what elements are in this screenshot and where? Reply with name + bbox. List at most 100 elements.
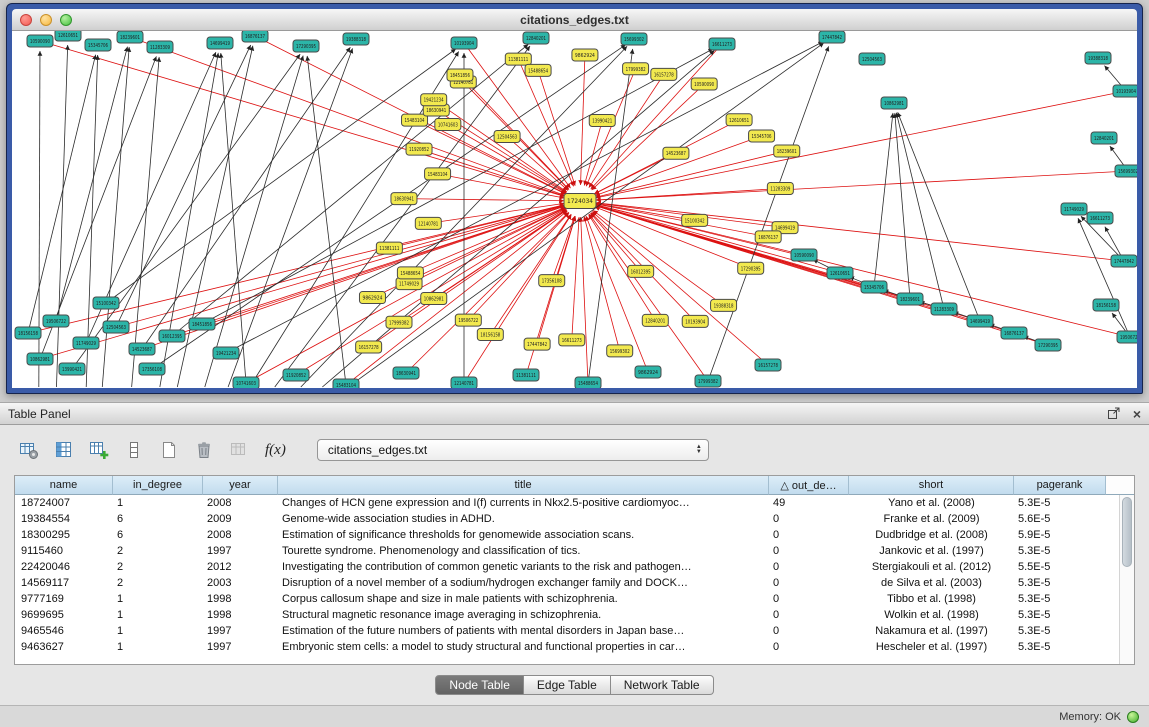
graph-node[interactable]: 16611273 (559, 334, 585, 346)
column-header-year[interactable]: year (203, 476, 278, 495)
graph-node[interactable]: 16611273 (1087, 212, 1113, 224)
table-row[interactable]: 969969511998Structural magnetic resonanc… (15, 607, 1134, 623)
graph-node[interactable]: 9862924 (572, 49, 598, 61)
graph-edge[interactable] (596, 91, 1126, 198)
graph-node[interactable]: 19421234 (213, 347, 239, 359)
table-row[interactable]: 911546021997Tourette syndrome. Phenomeno… (15, 543, 1134, 559)
graph-edge[interactable] (596, 151, 787, 197)
network-canvas[interactable]: 1724034 15483104 18630941 12140781 11381111 1… (12, 31, 1137, 388)
graph-node[interactable]: 10193904 (451, 37, 477, 49)
table-source-combobox[interactable]: citations_edges.txt ▲▼ (317, 439, 709, 461)
graph-node[interactable]: 16157278 (356, 341, 382, 353)
graph-node[interactable]: 17356108 (539, 275, 565, 287)
graph-node[interactable]: 12840201 (1091, 132, 1117, 144)
graph-node[interactable]: 19421234 (421, 94, 447, 106)
graph-node[interactable]: 18156158 (1093, 299, 1119, 311)
trash-icon[interactable] (193, 439, 215, 461)
float-panel-icon[interactable] (1107, 406, 1121, 422)
graph-node[interactable]: 18451856 (447, 69, 473, 81)
graph-node[interactable]: 15100342 (682, 214, 708, 226)
memory-status-indicator[interactable] (1127, 711, 1139, 723)
graph-node[interactable]: 15345706 (749, 130, 775, 142)
graph-node[interactable]: 16611273 (709, 38, 735, 50)
table-settings-icon[interactable] (18, 439, 40, 461)
graph-node[interactable]: 11283309 (147, 41, 173, 53)
graph-edge[interactable] (142, 47, 350, 349)
create-column-icon[interactable] (88, 439, 110, 461)
graph-node[interactable]: 14699419 (207, 37, 233, 49)
graph-node[interactable]: 11283309 (767, 183, 793, 195)
graph-node[interactable]: 17447842 (524, 338, 550, 350)
table-row[interactable]: 946362711997Embryonic stem cells: a mode… (15, 639, 1134, 655)
graph-node[interactable]: 16876137 (242, 31, 268, 42)
zoom-window-button[interactable] (60, 14, 72, 26)
graph-node[interactable]: 15488654 (575, 377, 601, 388)
graph-edge[interactable] (221, 53, 246, 383)
table-row[interactable]: 1872400712008Changes of HCN gene express… (15, 495, 1134, 511)
graph-node[interactable]: 10862981 (421, 292, 447, 304)
graph-node[interactable]: 15488654 (397, 267, 423, 279)
graph-edge[interactable] (708, 46, 829, 381)
graph-node[interactable]: 15345706 (861, 281, 887, 293)
graph-node[interactable]: 13990421 (59, 363, 85, 375)
graph-node[interactable]: 15699302 (607, 345, 633, 357)
graph-edge[interactable] (415, 120, 566, 194)
graph-node[interactable]: 12140781 (451, 377, 477, 388)
graph-edge[interactable] (56, 47, 127, 321)
graph-node[interactable]: 11749029 (396, 278, 422, 290)
graph-node[interactable]: 19388318 (711, 299, 737, 311)
rows-icon[interactable] (123, 439, 145, 461)
graph-hub-node[interactable]: 1724034 (564, 194, 596, 209)
graph-node[interactable]: 18239601 (897, 293, 923, 305)
graph-node[interactable]: 12840201 (523, 32, 549, 44)
graph-edge[interactable] (592, 84, 705, 190)
graph-edge[interactable] (895, 113, 910, 299)
graph-node[interactable]: 17999382 (695, 375, 721, 387)
table-row[interactable]: 2242004622012Investigating the contribut… (15, 559, 1134, 575)
graph-node[interactable]: 15699302 (621, 33, 647, 45)
graph-node[interactable]: 12504563 (494, 131, 520, 143)
graph-node[interactable]: 12504563 (859, 53, 885, 65)
graph-edge[interactable] (464, 214, 571, 383)
graph-node[interactable]: 15345706 (85, 39, 111, 51)
graph-node[interactable]: 10862981 (27, 353, 53, 365)
table-vertical-scrollbar[interactable] (1119, 495, 1134, 664)
graph-edge[interactable] (40, 41, 565, 196)
graph-node[interactable]: 17447842 (1111, 255, 1137, 267)
function-builder-button[interactable]: f(x) (263, 442, 288, 459)
graph-node[interactable]: 17356108 (139, 363, 165, 375)
column-header-name[interactable]: name (15, 476, 113, 495)
graph-node[interactable]: 12840201 (642, 314, 668, 326)
graph-node[interactable]: 16876137 (1001, 327, 1027, 339)
graph-node[interactable]: 16157278 (755, 359, 781, 371)
graph-node[interactable]: 10590090 (27, 35, 53, 47)
graph-edge[interactable] (205, 56, 303, 387)
graph-edge[interactable] (434, 100, 567, 192)
graph-node[interactable]: 18630941 (391, 193, 417, 205)
graph-node[interactable]: 16157278 (651, 68, 677, 80)
graph-node[interactable]: 11920852 (283, 369, 309, 381)
graph-edge[interactable] (572, 217, 579, 340)
tab-node-table[interactable]: Node Table (435, 675, 524, 695)
table-row[interactable]: 946554611997Estimation of the future num… (15, 623, 1134, 639)
window-titlebar[interactable]: citations_edges.txt (12, 9, 1137, 31)
graph-edge[interactable] (106, 49, 456, 303)
column-header-short[interactable]: short (849, 476, 1014, 495)
column-header-out_degree[interactable]: △ out_de… (769, 476, 849, 495)
graph-node[interactable]: 17290395 (293, 40, 319, 52)
graph-edge[interactable] (322, 51, 714, 387)
graph-edge[interactable] (28, 55, 96, 333)
close-window-button[interactable] (20, 14, 32, 26)
graph-node[interactable]: 17290395 (1035, 339, 1061, 351)
graph-node[interactable]: 11381111 (376, 242, 402, 254)
graph-node[interactable]: 14523687 (663, 147, 689, 159)
graph-node[interactable]: 10590090 (791, 249, 817, 261)
graph-edge[interactable] (596, 203, 1124, 261)
graph-edge[interactable] (596, 171, 1128, 200)
graph-edge[interactable] (468, 213, 569, 320)
graph-node[interactable]: 15483104 (402, 114, 428, 126)
graph-edge[interactable] (586, 69, 635, 186)
graph-edge[interactable] (132, 57, 160, 387)
graph-edge[interactable] (874, 113, 893, 287)
close-panel-icon[interactable]: × (1133, 407, 1141, 421)
